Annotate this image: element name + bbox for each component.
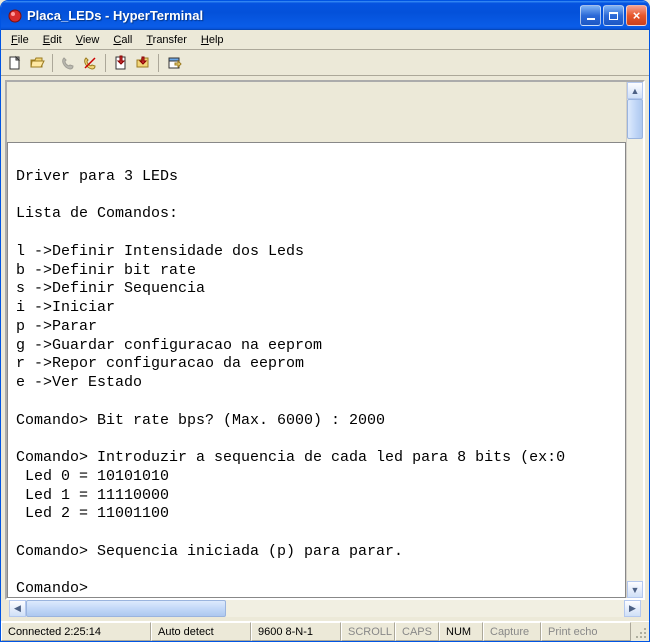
open-icon[interactable] [27,53,47,73]
app-icon [7,8,23,24]
scroll-left-icon[interactable]: ◀ [9,600,26,617]
terminal-frame: Driver para 3 LEDs Lista de Comandos: l … [5,80,645,600]
hscroll-track[interactable] [26,600,624,617]
horizontal-scrollbar[interactable]: ◀ ▶ [9,600,641,617]
new-icon[interactable] [5,53,25,73]
menubar: File Edit View Call Transfer Help [1,30,649,50]
minimize-button[interactable] [580,5,601,26]
menu-view[interactable]: View [70,32,106,48]
resize-grip-icon[interactable] [631,622,649,641]
status-connected: Connected 2:25:14 [1,622,151,641]
titlebar[interactable]: Placa_LEDs - HyperTerminal × [1,1,649,30]
client-area: Driver para 3 LEDs Lista de Comandos: l … [1,76,649,621]
statusbar: Connected 2:25:14 Auto detect 9600 8-N-1… [1,621,649,641]
call-icon[interactable] [58,53,78,73]
status-capture: Capture [483,622,541,641]
receive-icon[interactable] [133,53,153,73]
vscroll-thumb[interactable] [627,99,643,139]
vertical-scrollbar[interactable]: ▲ ▼ [626,82,643,598]
status-autodetect: Auto detect [151,622,251,641]
status-scroll: SCROLL [341,622,395,641]
status-printecho: Print echo [541,622,631,641]
scroll-right-icon[interactable]: ▶ [624,600,641,617]
menu-help[interactable]: Help [195,32,230,48]
terminal-top-gap [7,82,626,142]
properties-icon[interactable] [164,53,184,73]
send-icon[interactable] [111,53,131,73]
status-port: 9600 8-N-1 [251,622,341,641]
window-title: Placa_LEDs - HyperTerminal [27,8,580,23]
menu-call[interactable]: Call [107,32,138,48]
disconnect-icon[interactable] [80,53,100,73]
menu-transfer[interactable]: Transfer [140,32,193,48]
status-caps: CAPS [395,622,439,641]
maximize-button[interactable] [603,5,624,26]
window-controls: × [580,5,647,26]
menu-file[interactable]: File [5,32,35,48]
close-button[interactable]: × [626,5,647,26]
hscroll-thumb[interactable] [26,600,226,617]
app-window: Placa_LEDs - HyperTerminal × File Edit V… [0,0,650,642]
status-num: NUM [439,622,483,641]
scroll-down-icon[interactable]: ▼ [627,581,643,598]
vscroll-track[interactable] [627,99,643,581]
terminal-output[interactable]: Driver para 3 LEDs Lista de Comandos: l … [7,142,626,598]
toolbar [1,50,649,76]
scroll-up-icon[interactable]: ▲ [627,82,643,99]
menu-edit[interactable]: Edit [37,32,68,48]
